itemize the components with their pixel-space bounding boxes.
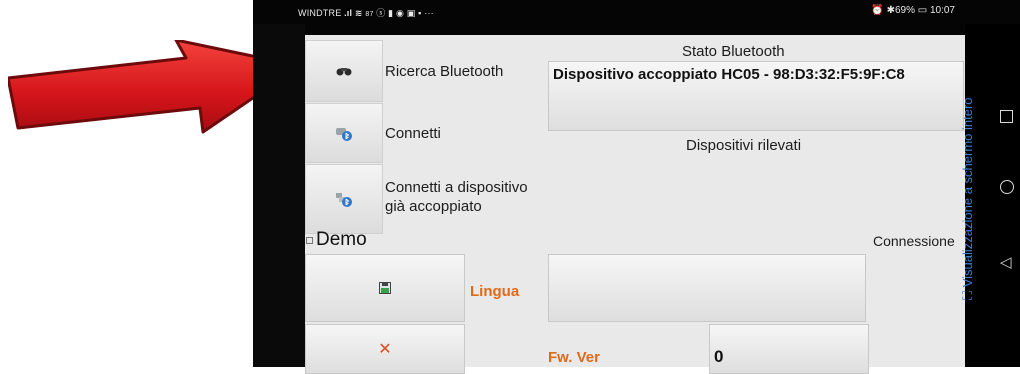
fullscreen-hint-text: Visualizzazione a schermo intero	[960, 97, 975, 288]
binoculars-icon	[336, 68, 352, 76]
bluetooth-connect-icon	[336, 128, 352, 141]
connect-paired-label: Connetti a dispositivo già accoppiato	[385, 178, 528, 216]
search-bluetooth-button[interactable]	[305, 40, 383, 102]
bluetooth-state-title: Stato Bluetooth	[682, 43, 785, 60]
screen-left-edge	[253, 24, 305, 367]
bluetooth-state-value: Dispositivo accoppiato HC05 - 98:D3:32:F…	[553, 66, 905, 83]
speed-text: 87	[365, 11, 374, 18]
search-bluetooth-label: Ricerca Bluetooth	[385, 63, 504, 80]
fullscreen-icon: ⛶	[960, 287, 975, 300]
carrier-text: WINDTRE	[298, 8, 342, 18]
detected-devices-title: Dispositivi rilevati	[686, 137, 802, 154]
demo-checkbox[interactable]	[306, 237, 313, 244]
status-left: WINDTRE .ıl ≋ 87 ⓢ ▮ ◉ ▣ ▪ ···	[298, 6, 434, 19]
close-x-icon: ✕	[378, 341, 392, 358]
bluetooth-state-box: Dispositivo accoppiato HC05 - 98:D3:32:F…	[548, 61, 964, 131]
connect-paired-line1: Connetti a dispositivo	[385, 179, 528, 196]
back-icon[interactable]: ◁	[1000, 253, 1012, 271]
connect-paired-line2: già accoppiato	[385, 198, 482, 215]
save-icon	[379, 282, 391, 294]
demo-label: Demo	[316, 229, 367, 250]
app-notification-icons: ⓢ ▮ ◉ ▣ ▪ ···	[376, 8, 434, 18]
connection-label: Connessione	[873, 233, 955, 249]
language-label: Lingua	[470, 283, 520, 300]
fw-version-label: Fw. Ver	[548, 349, 600, 366]
status-right: ⏰ ✱69% ▭ 10:07	[871, 5, 955, 16]
signal-icon: .ıl ≋	[344, 8, 366, 18]
home-icon[interactable]	[1000, 180, 1014, 194]
language-dropdown[interactable]	[548, 254, 866, 322]
connect-paired-button[interactable]	[305, 164, 383, 234]
fullscreen-hint[interactable]: ⛶ Visualizzazione a schermo intero	[960, 97, 976, 300]
fw-version-value: 0	[714, 347, 724, 366]
connect-button[interactable]	[305, 103, 383, 163]
recents-icon[interactable]	[1000, 110, 1013, 123]
connect-label: Connetti	[385, 125, 441, 142]
save-button[interactable]	[305, 254, 465, 322]
bluetooth-paired-icon	[336, 193, 352, 207]
status-bar: WINDTRE .ıl ≋ 87 ⓢ ▮ ◉ ▣ ▪ ··· ⏰ ✱69% ▭ …	[253, 0, 965, 24]
